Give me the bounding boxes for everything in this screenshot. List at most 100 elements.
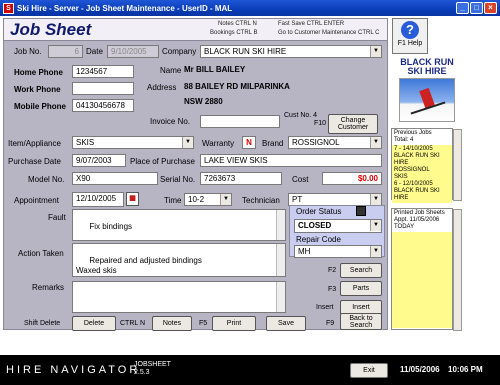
place-of-purchase-field[interactable]: LAKE VIEW SKIS	[200, 154, 382, 167]
purchase-date-field[interactable]: 9/07/2003	[72, 154, 126, 167]
print-button[interactable]: Print	[212, 316, 256, 331]
search-button[interactable]: Search	[340, 263, 382, 278]
address-line1: 88 BAILEY RD MILPARINKA	[184, 82, 290, 91]
order-status-select[interactable]: CLOSED ▼	[294, 219, 382, 233]
brand-select[interactable]: ROSSIGNOL ▼	[288, 136, 382, 149]
appointment-field[interactable]: 12/10/2005	[72, 192, 124, 207]
printed-jobs-sub: Appt. 11/05/2006	[394, 217, 440, 223]
change-customer-button[interactable]: Change Customer	[328, 114, 378, 134]
module-name: JOBSHEET	[134, 361, 171, 368]
previous-jobs-list[interactable]: 7 - 14/10/2005 BLACK RUN SKI HIRE ROSSIG…	[392, 145, 452, 203]
close-icon[interactable]: ×	[484, 2, 497, 14]
list-item[interactable]: BLACK RUN SKI	[394, 188, 450, 195]
job-no-label: Job No.	[14, 47, 42, 56]
chevron-down-icon[interactable]: ▼	[370, 194, 381, 205]
order-status-value: CLOSED	[298, 221, 332, 230]
item-label: Item/Appliance	[8, 139, 61, 148]
action-taken-textarea[interactable]: Repaired and adjusted bindings Waxed ski…	[72, 243, 286, 277]
chevron-down-icon[interactable]: ▼	[370, 46, 381, 57]
chevron-down-icon[interactable]: ▼	[370, 137, 381, 148]
back-to-search-button[interactable]: Back to Search	[340, 313, 382, 330]
chevron-down-icon[interactable]: ▼	[370, 220, 381, 231]
company-select[interactable]: BLACK RUN SKI HIRE ▼	[200, 45, 382, 58]
customer-maintenance-hint: Go to Customer Maintenance CTRL C	[278, 30, 380, 36]
cost-label: Cost	[292, 175, 309, 184]
bookings-hint: Bookings CTRL B	[210, 30, 258, 36]
warranty-field[interactable]: N	[242, 136, 256, 149]
delete-button[interactable]: Delete	[72, 316, 116, 331]
printed-jobs-panel: Printed Job Sheets Appt. 11/05/2006 TODA…	[391, 208, 462, 331]
save-disk-icon[interactable]	[356, 206, 366, 216]
mobile-phone-field[interactable]: 04130456678	[72, 99, 134, 112]
job-sheet-form: Job Sheet Notes CTRL N Bookings CTRL B F…	[3, 18, 388, 331]
minimize-icon[interactable]: _	[456, 2, 469, 14]
window-title: Ski Hire - Server - Job Sheet Maintenanc…	[17, 3, 233, 13]
fault-textarea[interactable]: Fix bindings	[72, 209, 286, 241]
repair-code-select[interactable]: MH ▼	[294, 245, 382, 258]
remarks-textarea[interactable]	[72, 281, 286, 313]
printed-jobs-scrollbar[interactable]	[453, 209, 462, 331]
cost-field[interactable]: $0.00	[322, 172, 382, 185]
model-field[interactable]: X90	[72, 172, 158, 185]
parts-button[interactable]: Parts	[340, 281, 382, 296]
list-item[interactable]: ROSSIGNOL	[394, 167, 450, 174]
insert-key-label: Insert	[316, 304, 334, 311]
chevron-down-icon[interactable]: ▼	[370, 246, 381, 257]
home-phone-field[interactable]: 1234567	[72, 65, 134, 78]
list-item[interactable]: 6 - 12/10/2005	[394, 181, 450, 188]
technician-label: Technician	[242, 196, 280, 205]
fault-scrollbar[interactable]	[276, 210, 285, 240]
printed-jobs-list[interactable]	[392, 232, 452, 328]
action-scrollbar[interactable]	[276, 244, 285, 276]
previous-jobs-scrollbar[interactable]	[453, 129, 462, 201]
previous-jobs-total: Total: 4	[394, 137, 414, 143]
help-label: F1 Help	[397, 40, 423, 47]
client-area: Job Sheet Notes CTRL N Bookings CTRL B F…	[0, 16, 500, 355]
work-phone-label: Work Phone	[14, 85, 61, 94]
job-no-field[interactable]: 6	[48, 45, 83, 58]
f5-label: F5	[199, 320, 208, 327]
previous-jobs-title: Previous Jobs	[394, 130, 432, 136]
time-select[interactable]: 10-2 ▼	[184, 193, 232, 206]
action-taken-text: Repaired and adjusted bindings Waxed ski…	[76, 256, 202, 275]
repair-code-label: Repair Code	[296, 235, 341, 244]
remarks-label: Remarks	[32, 283, 65, 292]
technician-value: PT	[292, 195, 303, 204]
remarks-scrollbar[interactable]	[276, 282, 285, 312]
company-value: BLACK RUN SKI HIRE	[204, 47, 287, 56]
date-label: Date	[86, 47, 103, 56]
previous-jobs-panel: Previous Jobs Total: 4 7 - 14/10/2005 BL…	[391, 128, 462, 203]
notes-button[interactable]: Notes	[152, 316, 192, 331]
invoice-field[interactable]	[200, 115, 280, 128]
list-item[interactable]: HIRE	[394, 195, 450, 202]
form-header: Job Sheet Notes CTRL N Bookings CTRL B F…	[4, 19, 387, 41]
list-item[interactable]: BLACK RUN SKI	[394, 153, 450, 160]
date-field[interactable]: 9/10/2005	[107, 45, 159, 58]
exit-button[interactable]: Exit	[350, 363, 388, 378]
list-item[interactable]: SKIS	[394, 174, 450, 181]
save-button[interactable]: Save	[266, 316, 306, 331]
maximize-icon[interactable]: □	[470, 2, 483, 14]
customer-name: Mr BILL BAILEY	[184, 65, 246, 74]
repair-code-value: MH	[298, 247, 311, 256]
serial-field[interactable]: 7263673	[200, 172, 282, 185]
printed-jobs-today: TODAY	[394, 224, 415, 230]
f9-label: F9	[326, 320, 335, 327]
list-item[interactable]: 7 - 14/10/2005	[394, 146, 450, 153]
chevron-down-icon[interactable]: ▼	[182, 137, 193, 148]
list-item[interactable]: HIRE	[394, 160, 450, 167]
brand-value: ROSSIGNOL	[292, 138, 340, 147]
chevron-down-icon[interactable]: ▼	[220, 194, 231, 205]
cust-no-label: Cust No. 4	[284, 112, 318, 119]
shift-delete-label: Shift Delete	[24, 320, 61, 327]
app-icon: S	[3, 2, 14, 14]
work-phone-field[interactable]	[72, 82, 134, 95]
appointment-label: Appointment	[14, 196, 59, 205]
help-icon: ?	[401, 21, 419, 39]
address-line2: NSW 2880	[184, 97, 223, 106]
help-button[interactable]: ? F1 Help	[392, 18, 428, 54]
company-label: Company	[162, 47, 197, 56]
item-select[interactable]: SKIS ▼	[72, 136, 194, 149]
calendar-icon[interactable]: ▦	[126, 192, 139, 206]
serial-label: Serial No.	[160, 175, 196, 184]
